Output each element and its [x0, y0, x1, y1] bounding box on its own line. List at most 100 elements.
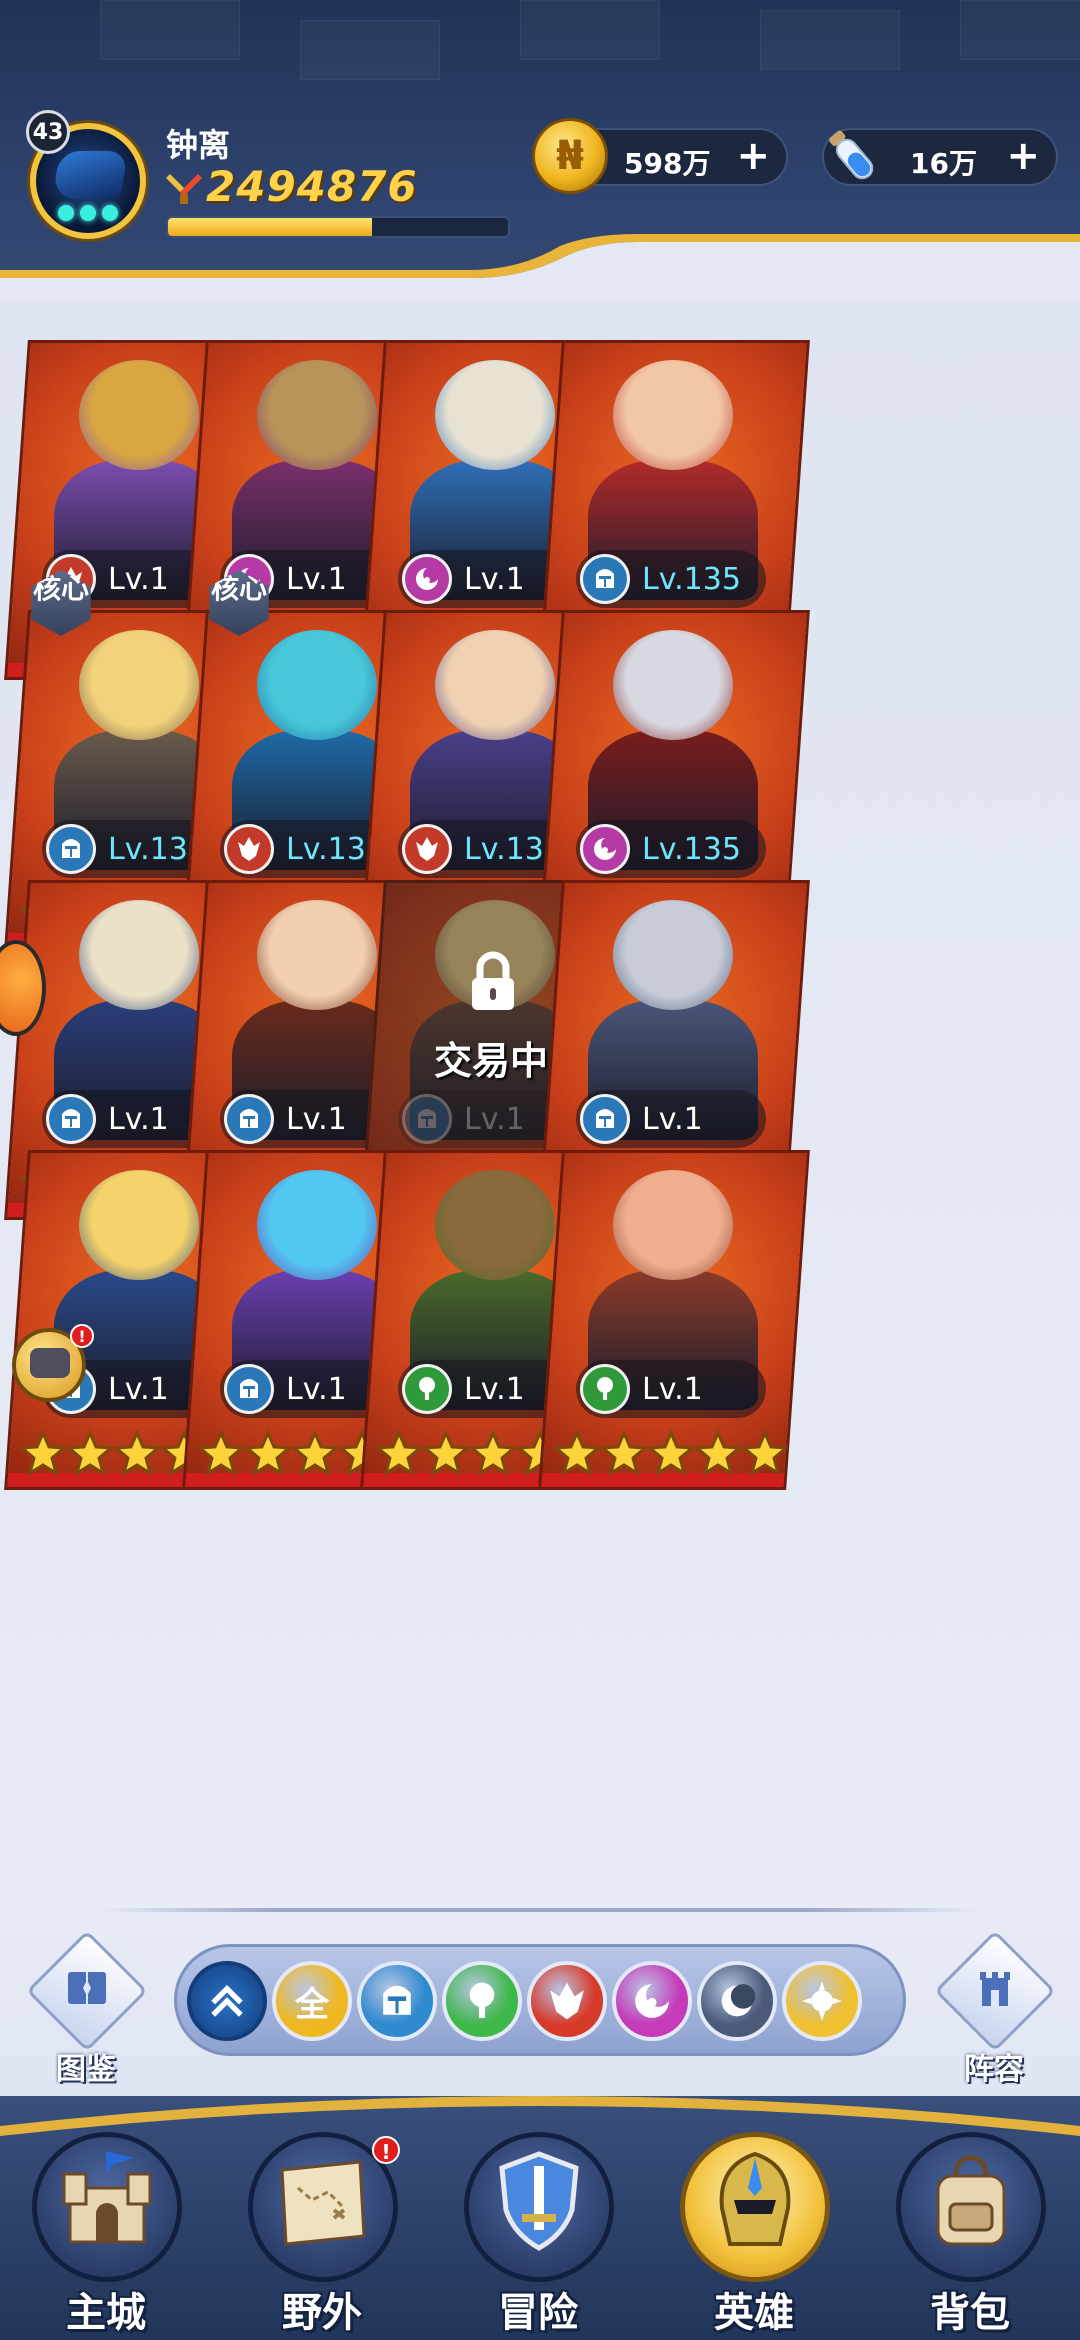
knight-faction-icon	[224, 1364, 274, 1414]
hero-head	[613, 900, 733, 1010]
potion-value: 16万	[910, 147, 977, 180]
bottom-navigation: 主城 野外! 冒险 英雄 背包	[0, 2096, 1080, 2340]
hero-head	[435, 630, 555, 740]
nav-alert-badge: !	[372, 2136, 400, 2164]
hero-level: Lv.1	[642, 1372, 703, 1407]
lineup-button[interactable]: 阵容	[934, 1930, 1056, 2090]
nature-icon	[469, 1982, 495, 2018]
hero-head	[257, 360, 377, 470]
star-icon	[65, 1429, 115, 1477]
codex-button[interactable]: 图鉴	[26, 1930, 148, 2090]
gold-value: 598万	[624, 147, 711, 180]
star-icon	[646, 1429, 696, 1477]
star-icon	[740, 1429, 790, 1477]
codex-label: 图鉴	[56, 2052, 116, 2087]
hero-head	[79, 360, 199, 470]
player-level-badge: 43	[26, 110, 70, 154]
filter-nature-button[interactable]	[442, 1961, 522, 2041]
filter-all-button[interactable]: 全	[272, 1961, 352, 2041]
exp-bar	[166, 216, 510, 238]
header-decor	[300, 20, 440, 80]
collapse-icon	[211, 1984, 243, 2017]
nature-faction-icon	[580, 1364, 630, 1414]
filter-knight-button[interactable]	[357, 1961, 437, 2041]
star-icon	[693, 1429, 743, 1477]
hero-level: Lv.1	[286, 1372, 347, 1407]
nav-castle-tab[interactable]: 主城	[16, 2096, 196, 2340]
light-icon	[802, 1981, 842, 2021]
star-icon	[374, 1429, 424, 1477]
filter-collapse-button[interactable]	[187, 1961, 267, 2041]
faction-filter-bar: 全	[174, 1944, 906, 2056]
book-icon	[68, 1972, 106, 2004]
nav-map-scroll-tab[interactable]: 野外!	[232, 2096, 412, 2340]
castle-icon	[62, 2152, 152, 2244]
hero-head	[435, 360, 555, 470]
avatar-gem	[80, 205, 96, 221]
header-decor	[100, 0, 240, 60]
nav-backpack-tab[interactable]: 背包	[880, 2096, 1060, 2340]
nav-shield-sword-tab[interactable]: 冒险	[448, 2096, 628, 2340]
add-gold-button[interactable]: +	[736, 136, 770, 176]
filter-light-button[interactable]	[782, 1961, 862, 2041]
hero-head	[79, 1170, 199, 1280]
hero-stars	[552, 1429, 790, 1480]
exp-bar-fill	[168, 218, 372, 236]
hero-head	[613, 1170, 733, 1280]
helmet-icon	[719, 2151, 791, 2246]
gold-coin-icon: ₦	[532, 118, 608, 194]
hero-head	[79, 630, 199, 740]
nav-tab-label: 冒险	[498, 2290, 578, 2336]
chat-alert-badge: !	[70, 1324, 94, 1348]
nav-tab-label: 英雄	[714, 2290, 794, 2336]
avatar-gem	[102, 205, 118, 221]
hero-head	[257, 900, 377, 1010]
chat-button[interactable]: !	[12, 1324, 94, 1402]
nature-faction-icon	[402, 1364, 452, 1414]
filter-all-label: 全	[295, 1984, 329, 2025]
filter-dark-button[interactable]	[697, 1961, 777, 2041]
header-decor	[760, 10, 900, 70]
player-name: 钟离	[166, 126, 231, 164]
shield-sword-icon	[499, 2151, 579, 2251]
lock-icon	[472, 951, 514, 1010]
header-decor	[520, 0, 660, 60]
crossed-swords-icon	[166, 174, 202, 204]
hero-head	[257, 630, 377, 740]
lineup-label: 阵容	[964, 2052, 1024, 2087]
header-gold-trim	[0, 234, 1080, 302]
star-icon	[112, 1429, 162, 1477]
moon-icon	[635, 1984, 669, 2018]
potion-icon	[829, 130, 874, 180]
hero-head	[613, 360, 733, 470]
add-potion-button[interactable]: +	[1006, 136, 1040, 176]
star-icon	[552, 1429, 602, 1477]
star-icon	[599, 1429, 649, 1477]
avatar-helmet	[51, 151, 129, 199]
hero-level-pill: Lv.1	[576, 1360, 766, 1418]
hero-level: Lv.1	[108, 1372, 169, 1407]
header-decor	[960, 0, 1080, 60]
nav-tab-label: 野外	[282, 2290, 362, 2336]
hero-head	[79, 900, 199, 1010]
star-icon	[421, 1429, 471, 1477]
star-icon	[468, 1429, 518, 1477]
nav-helmet-tab[interactable]: 英雄	[664, 2096, 844, 2340]
combat-power-value: 2494876	[206, 162, 418, 211]
avatar-gem	[58, 205, 74, 221]
knight-icon	[383, 1985, 411, 2015]
hero-level: Lv.1	[464, 1372, 525, 1407]
hero-head	[257, 1170, 377, 1280]
dark-icon	[721, 1984, 756, 2017]
star-icon	[290, 1429, 340, 1477]
chat-icon	[30, 1348, 70, 1378]
filter-fire-button[interactable]	[527, 1961, 607, 2041]
hero-grid: Lv.1 Lv.1 Lv.1 Lv.135 核心 Lv.135 核心 Lv.135 Lv.135…	[0, 300, 1080, 1900]
nav-tab-label: 主城	[66, 2290, 146, 2336]
map-scroll-icon	[280, 2160, 366, 2246]
star-icon	[18, 1429, 68, 1477]
hero-card[interactable]: Lv.1	[538, 1110, 810, 1510]
filter-moon-button[interactable]	[612, 1961, 692, 2041]
fire-icon	[550, 1982, 584, 2020]
star-icon	[196, 1429, 246, 1477]
